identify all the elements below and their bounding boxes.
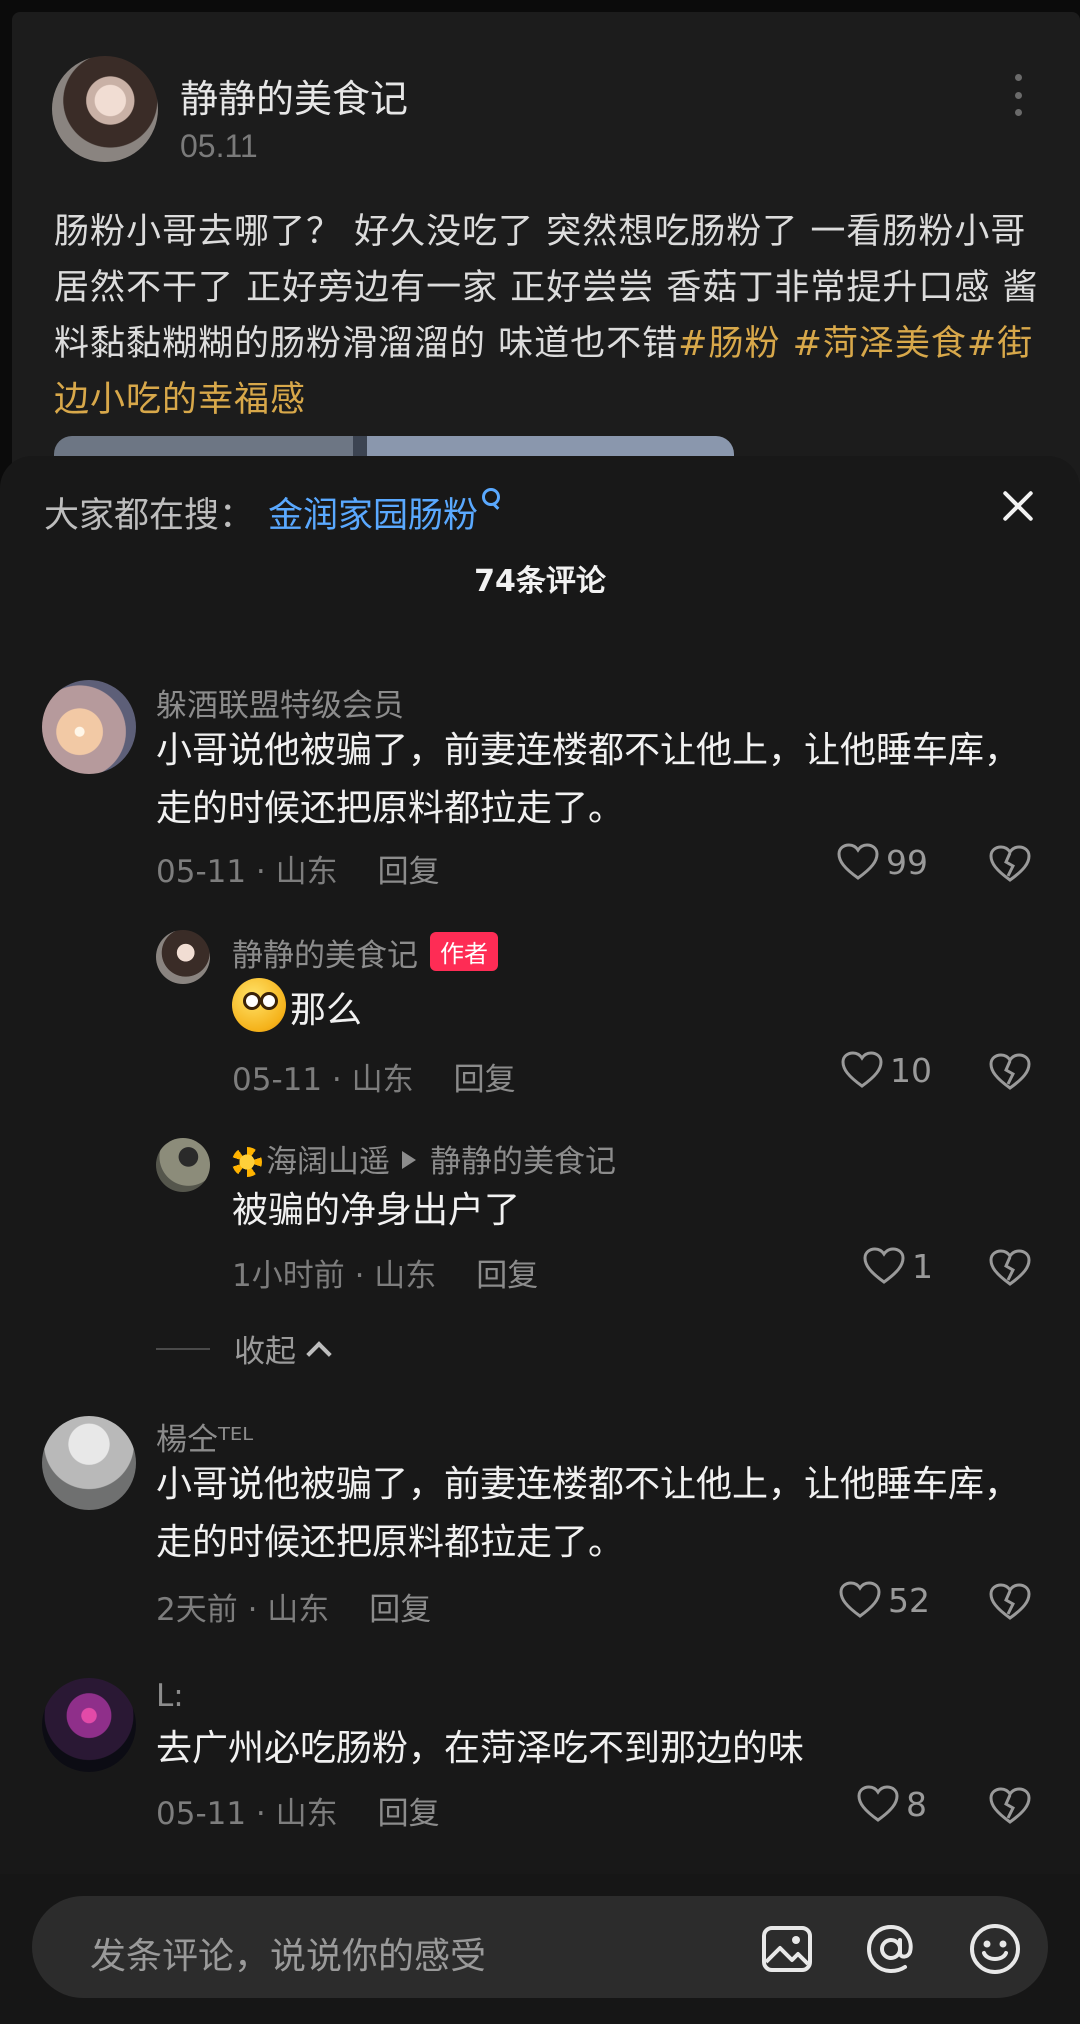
sun-icon: [232, 1147, 262, 1177]
commenter-name[interactable]: 静静的美食记: [232, 938, 418, 974]
heart-icon: [857, 1785, 899, 1822]
comment-meta: 05-11 · 山东 回复: [156, 1788, 440, 1833]
like-count: 52: [888, 1580, 930, 1620]
emoji-icon[interactable]: [968, 1922, 1022, 1976]
comment-text: 那么: [290, 990, 363, 1031]
commenter-avatar[interactable]: [42, 1416, 136, 1510]
like-count: 8: [906, 1784, 927, 1824]
like-button[interactable]: 10: [840, 1050, 932, 1090]
reply-button[interactable]: 回复: [476, 1258, 538, 1294]
post-author-avatar[interactable]: [52, 56, 158, 162]
commenter-name-row: 海阔山遥 静静的美食记: [232, 1136, 616, 1181]
comment-count-title: 74条评论: [474, 564, 606, 599]
trending-search-label: 大家都在搜：: [44, 495, 255, 536]
post-author-name[interactable]: 静静的美食记: [180, 68, 408, 123]
comment-meta: 05-11 · 山东 回复: [232, 1054, 516, 1099]
mention-icon[interactable]: [864, 1922, 918, 1976]
heart-icon: [863, 1247, 905, 1284]
like-count: 1: [912, 1246, 933, 1286]
reply-button[interactable]: 回复: [378, 854, 440, 890]
like-button[interactable]: 99: [836, 842, 928, 882]
dislike-icon[interactable]: [988, 1052, 1032, 1092]
reply-button[interactable]: 回复: [369, 1592, 431, 1628]
commenter-avatar[interactable]: [156, 1138, 210, 1192]
shocked-emoji-icon: [232, 978, 286, 1032]
commenter-name-row: 静静的美食记 作者: [232, 930, 498, 975]
commenter-name[interactable]: 躲酒联盟特级会员: [156, 680, 404, 725]
commenter-avatar[interactable]: [42, 680, 136, 774]
search-icon: [480, 486, 501, 514]
trending-search-bar[interactable]: 大家都在搜： 金润家园肠粉: [44, 484, 501, 540]
heart-icon: [841, 1051, 883, 1088]
image-icon[interactable]: [760, 1922, 814, 1976]
more-options-icon[interactable]: [1012, 74, 1024, 116]
dislike-icon[interactable]: [988, 1248, 1032, 1288]
comment-time-location: 05-11 · 山东: [232, 1062, 414, 1098]
reply-button[interactable]: 回复: [454, 1062, 516, 1098]
close-icon[interactable]: [998, 486, 1038, 526]
like-button[interactable]: 52: [838, 1580, 930, 1620]
post-body: 肠粉小哥去哪了？ 好久没吃了 突然想吃肠粉了 一看肠粉小哥居然不干了 正好旁边有…: [54, 204, 1044, 428]
comment-time-location: 05-11 · 山东: [156, 854, 338, 890]
heart-icon: [839, 1581, 881, 1618]
comment-text: 小哥说他被骗了，前妻连楼都不让他上，让他睡车库，走的时候还把原料都拉走了。: [156, 730, 1021, 829]
reply-arrow-icon: [402, 1151, 416, 1169]
commenter-name[interactable]: 楊仝ᵀᴱᴸ: [156, 1414, 253, 1459]
comment-time-location: 05-11 · 山东: [156, 1796, 338, 1832]
comment-input[interactable]: 发条评论，说说你的感受: [32, 1896, 1048, 1998]
comment-text: 去广州必吃肠粉，在菏泽吃不到那边的味: [156, 1728, 805, 1769]
trending-search-query[interactable]: 金润家园肠粉: [268, 487, 478, 538]
comment-input-placeholder: 发条评论，说说你的感受: [90, 1936, 487, 1977]
comment-text: 小哥说他被骗了，前妻连楼都不让他上，让他睡车库，走的时候还把原料都拉走了。: [156, 1464, 1021, 1563]
like-button[interactable]: 1: [862, 1246, 933, 1286]
reply-button[interactable]: 回复: [378, 1796, 440, 1832]
like-button[interactable]: 8: [856, 1784, 927, 1824]
comment-text: 被骗的净身出户了: [232, 1190, 521, 1231]
comment-meta: 05-11 · 山东 回复: [156, 846, 440, 891]
dislike-icon[interactable]: [988, 1786, 1032, 1826]
dislike-icon[interactable]: [988, 1582, 1032, 1622]
app-screen: 静静的美食记 05.11 肠粉小哥去哪了？ 好久没吃了 突然想吃肠粉了 一看肠粉…: [0, 0, 1080, 2024]
commenter-name[interactable]: L:: [156, 1678, 184, 1714]
post-date: 05.11: [180, 128, 258, 164]
collapse-replies-button[interactable]: 收起: [156, 1326, 332, 1371]
like-count: 10: [890, 1050, 932, 1090]
comment-time-location: 2天前 · 山东: [156, 1592, 330, 1628]
comment-text-row: 那么: [232, 978, 362, 1040]
chevron-up-icon: [306, 1340, 332, 1367]
collapse-divider: [156, 1347, 210, 1350]
heart-icon: [837, 843, 879, 880]
collapse-label: 收起: [234, 1334, 296, 1370]
comment-meta: 2天前 · 山东 回复: [156, 1584, 431, 1629]
commenter-avatar[interactable]: [42, 1678, 136, 1772]
comment-input-bar: 发条评论，说说你的感受: [0, 1874, 1080, 2024]
reply-to-name[interactable]: 静静的美食记: [430, 1144, 616, 1180]
author-badge: 作者: [430, 932, 498, 971]
comment-time-location: 1小时前 · 山东: [232, 1258, 437, 1294]
comment-sheet: 大家都在搜： 金润家园肠粉 74条评论 躲酒联盟特级会员 小哥说他被骗了，前妻连…: [0, 456, 1080, 2024]
dislike-icon[interactable]: [988, 844, 1032, 884]
like-count: 99: [886, 842, 928, 882]
commenter-name[interactable]: 海阔山遥: [266, 1144, 390, 1180]
commenter-avatar[interactable]: [156, 930, 210, 984]
comment-meta: 1小时前 · 山东 回复: [232, 1250, 538, 1295]
